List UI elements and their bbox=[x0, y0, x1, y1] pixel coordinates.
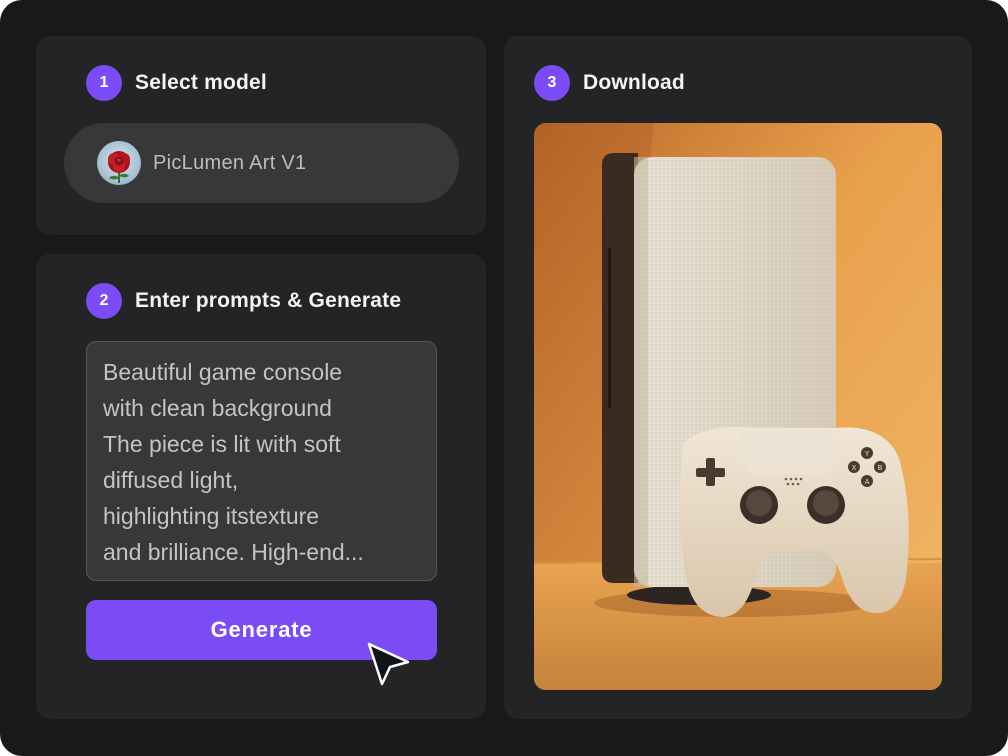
step-1-number: 1 bbox=[86, 65, 122, 101]
prompt-textarea[interactable]: Beautiful game console with clean backgr… bbox=[86, 341, 437, 581]
download-card: 3 Download Y X B A bbox=[504, 36, 972, 719]
prompt-line: highlighting itstexture bbox=[103, 503, 320, 529]
controller-b-label: B bbox=[878, 464, 883, 472]
step-3-title: Download bbox=[583, 71, 685, 94]
step-2-number: 2 bbox=[86, 283, 122, 319]
step-3-header: 3 Download bbox=[534, 65, 685, 101]
select-model-card: 1 Select model PicLumen Art V1 bbox=[36, 36, 486, 235]
rose-avatar-icon bbox=[97, 141, 141, 185]
model-selector[interactable]: PicLumen Art V1 bbox=[64, 123, 459, 203]
prompt-line: The piece is lit with soft bbox=[103, 431, 341, 457]
model-name: PicLumen Art V1 bbox=[153, 151, 307, 174]
prompt-line: diffused light, bbox=[103, 467, 239, 493]
step-1-header: 1 Select model bbox=[86, 65, 267, 101]
step-3-number: 3 bbox=[534, 65, 570, 101]
step-2-header: 2 Enter prompts & Generate bbox=[86, 283, 401, 319]
step-2-title: Enter prompts & Generate bbox=[135, 289, 402, 312]
controller-a-label: A bbox=[865, 478, 870, 486]
generated-image[interactable]: Y X B A bbox=[534, 123, 942, 690]
prompt-line: Beautiful game console bbox=[103, 359, 343, 385]
controller-x-label: X bbox=[852, 464, 857, 472]
game-console-image: Y X B A bbox=[534, 123, 942, 690]
prompt-line: with clean background bbox=[103, 395, 332, 421]
controller-y-label: Y bbox=[864, 450, 870, 458]
mouse-cursor-icon bbox=[364, 640, 412, 693]
prompt-card: 2 Enter prompts & Generate Beautiful gam… bbox=[36, 254, 486, 719]
prompt-line: and brilliance. High-end... bbox=[103, 539, 364, 565]
app-frame: 1 Select model PicLumen Art V1 2 Enter p… bbox=[0, 0, 1008, 756]
step-1-title: Select model bbox=[135, 71, 267, 94]
